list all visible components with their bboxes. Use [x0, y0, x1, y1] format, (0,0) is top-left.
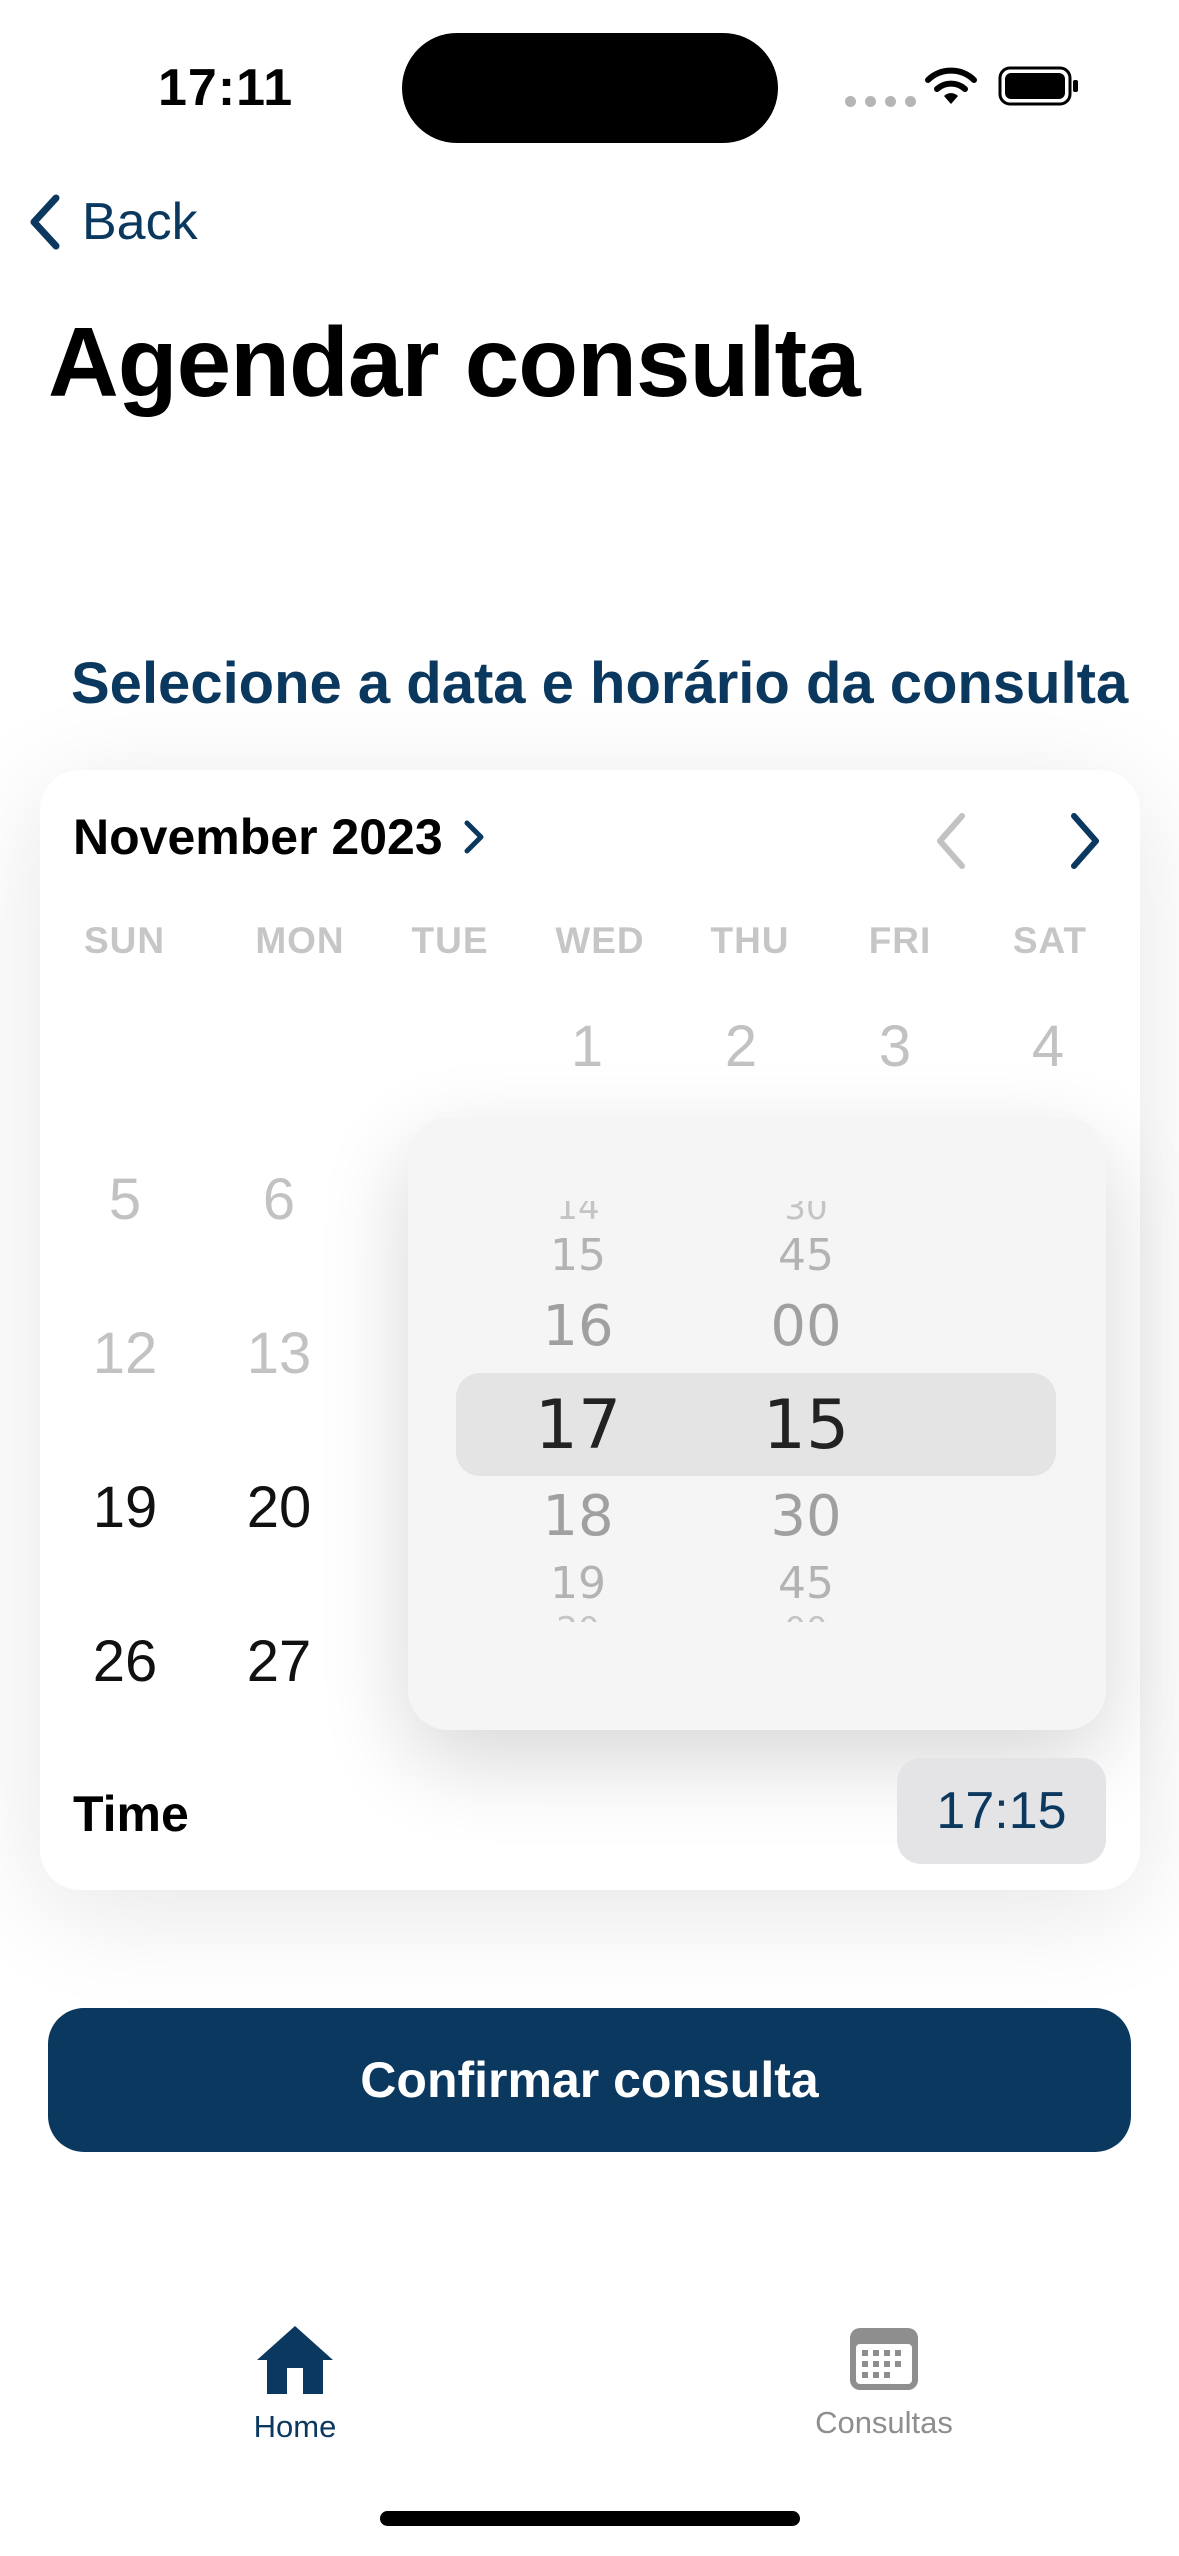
minute-option[interactable]: 00	[746, 1608, 866, 1622]
hour-option[interactable]: 18	[518, 1484, 638, 1549]
chevron-left-icon	[30, 194, 60, 250]
tab-consultas-label: Consultas	[815, 2405, 953, 2440]
hour-option[interactable]: 19	[518, 1558, 638, 1609]
calendar-day[interactable]: 6	[219, 1166, 339, 1233]
signal-dots-icon	[845, 96, 916, 107]
weekday-label: MON	[255, 920, 345, 961]
minute-selected[interactable]: 15	[746, 1386, 866, 1465]
previous-month-button[interactable]	[930, 810, 970, 872]
calendar-day[interactable]: 1	[527, 1013, 647, 1080]
calendar-day[interactable]: 26	[65, 1628, 185, 1695]
calendar-day[interactable]: 20	[219, 1474, 339, 1541]
minute-option[interactable]: 45	[746, 1558, 866, 1609]
dynamic-island	[402, 33, 778, 143]
hour-option[interactable]: 14	[518, 1201, 638, 1225]
back-label: Back	[82, 193, 198, 251]
weekday-label: SUN	[84, 920, 166, 961]
hour-selected[interactable]: 17	[518, 1386, 638, 1465]
minute-option[interactable]: 30	[746, 1484, 866, 1549]
calendar-day[interactable]: 2	[681, 1013, 801, 1080]
minute-option[interactable]: 30	[746, 1201, 866, 1225]
weekday-header: SUN MON TUE WED THU FRI SAT	[75, 920, 1125, 962]
hour-option[interactable]: 20	[518, 1608, 638, 1622]
house-icon	[257, 2326, 333, 2394]
hour-option[interactable]: 16	[518, 1294, 638, 1359]
weekday-label: THU	[710, 920, 790, 961]
minute-option[interactable]: 45	[746, 1230, 866, 1281]
calendar-icon	[850, 2328, 918, 2390]
calendar-day[interactable]: 5	[65, 1166, 185, 1233]
weekday-label: FRI	[868, 920, 932, 961]
status-time: 17:11	[158, 59, 294, 117]
section-subtitle: Selecione a data e horário da consulta	[71, 651, 1129, 716]
calendar-day[interactable]: 12	[65, 1320, 185, 1387]
calendar-day[interactable]: 19	[65, 1474, 185, 1541]
calendar-day[interactable]: 3	[835, 1013, 955, 1080]
confirm-appointment-button[interactable]: Confirmar consulta	[48, 2008, 1131, 2152]
wifi-icon	[925, 67, 977, 104]
back-button[interactable]: Back	[24, 192, 198, 252]
page-title: Agendar consulta	[48, 307, 861, 417]
time-label: Time	[73, 1786, 189, 1842]
home-indicator[interactable]	[380, 2511, 800, 2526]
time-value-button[interactable]: 17:15	[897, 1758, 1106, 1864]
minute-option[interactable]: 00	[746, 1294, 866, 1359]
calendar-day[interactable]: 27	[219, 1628, 339, 1695]
month-label: November 2023	[73, 809, 443, 865]
time-picker-popup[interactable]: 14 15 16 17 18 19 20 30 45 00 15 30 45 0…	[408, 1118, 1106, 1730]
month-selector[interactable]: November 2023	[73, 808, 487, 866]
calendar-day[interactable]: 13	[219, 1320, 339, 1387]
chevron-right-small-icon	[464, 820, 484, 854]
tab-home-label: Home	[253, 2409, 337, 2444]
calendar-day[interactable]: 4	[988, 1013, 1108, 1080]
hour-option[interactable]: 15	[518, 1230, 638, 1281]
battery-icon	[998, 66, 1078, 106]
weekday-label: WED	[555, 920, 645, 961]
tab-consultas[interactable]: Consultas	[764, 2322, 1004, 2441]
weekday-label: TUE	[411, 920, 489, 961]
tab-home[interactable]: Home	[175, 2322, 415, 2445]
next-month-button[interactable]	[1066, 810, 1106, 872]
weekday-label: SAT	[1012, 920, 1088, 961]
